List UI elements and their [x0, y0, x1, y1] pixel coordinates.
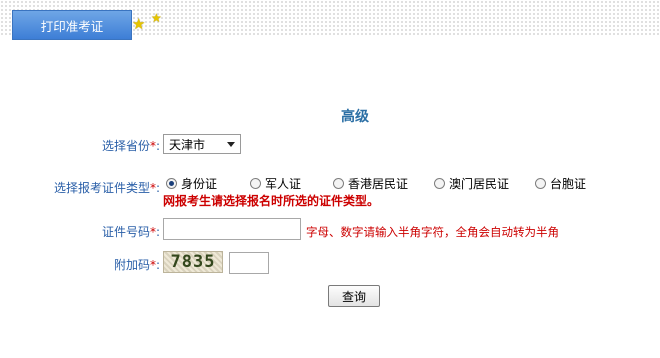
captcha-input[interactable]	[229, 252, 269, 274]
radio-button[interactable]	[333, 178, 344, 189]
id-number-hint: 字母、数字请输入半角字符，全角会自动转为半角	[306, 225, 559, 239]
radio-macau-resident[interactable]: 澳门居民证	[434, 175, 509, 192]
id-type-warning: 网报考生请选择报名时所选的证件类型。	[163, 194, 380, 208]
tab-label: 打印准考证	[40, 18, 104, 34]
radio-button[interactable]	[434, 178, 445, 189]
chevron-down-icon	[227, 142, 235, 147]
province-label: 选择省份*:	[101, 139, 160, 153]
tab-print-admission-ticket[interactable]: 打印准考证	[12, 10, 132, 40]
id-number-input[interactable]	[163, 218, 301, 240]
star-icon: ★	[132, 15, 146, 33]
radio-taiwan-compatriot[interactable]: 台胞证	[535, 175, 586, 192]
radio-hongkong-resident[interactable]: 香港居民证	[333, 175, 408, 192]
id-type-label: 选择报考证件类型*:	[53, 181, 160, 195]
province-select-value: 天津市	[169, 137, 206, 152]
id-number-label: 证件号码*:	[101, 225, 160, 239]
star-icon: ★	[151, 11, 162, 25]
radio-button[interactable]	[535, 178, 546, 189]
query-button[interactable]: 查询	[328, 285, 380, 307]
page-title: 高级	[341, 109, 369, 125]
radio-military-id[interactable]: 军人证	[250, 175, 301, 192]
province-select[interactable]: 天津市	[163, 134, 241, 154]
radio-button[interactable]	[250, 178, 261, 189]
captcha-image[interactable]: 7835	[163, 251, 223, 273]
radio-id-card[interactable]: 身份证	[166, 175, 217, 192]
radio-button[interactable]	[166, 178, 177, 189]
captcha-label: 附加码*:	[113, 258, 160, 272]
